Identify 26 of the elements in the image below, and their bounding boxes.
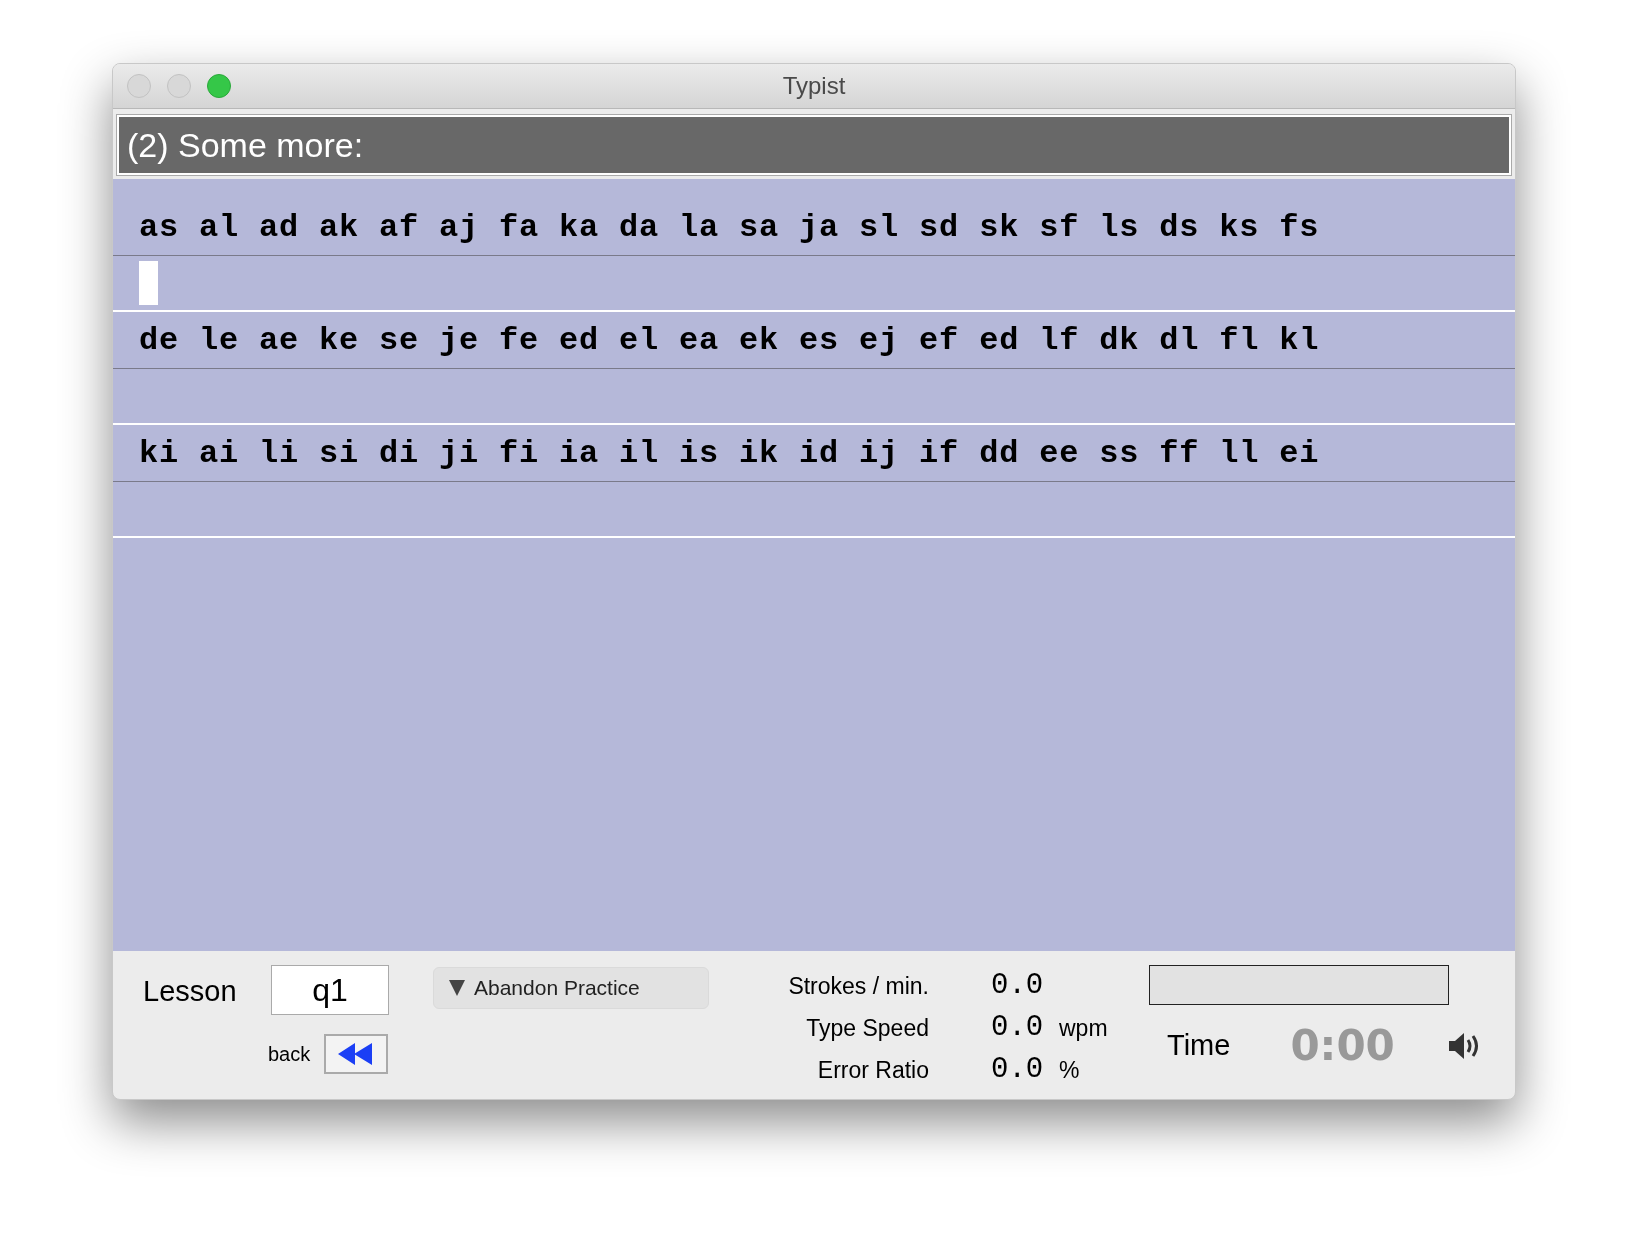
exercise-line: ki ai li si di ji fi ia il is ik id ij if dd ee ss ff ll ei <box>139 434 1320 472</box>
stat-value: 0.0 <box>991 1052 1044 1088</box>
close-button[interactable] <box>127 74 151 98</box>
stat-unit: wpm <box>1059 1014 1108 1043</box>
abandon-practice-button[interactable]: Abandon Practice <box>433 967 709 1009</box>
stat-unit: % <box>1059 1056 1080 1085</box>
window-title: Typist <box>782 72 847 100</box>
speaker-icon[interactable] <box>1446 1030 1481 1061</box>
stat-label: Error Ratio <box>816 1056 929 1084</box>
stat-label: Type Speed <box>805 1014 929 1042</box>
stat-label: Strokes / min. <box>787 972 929 1000</box>
timer: 0:00 <box>1290 1021 1395 1070</box>
exercise-line: as al ad ak af aj fa ka da la sa ja sl sd sk sf ls ds ks fs <box>139 208 1320 246</box>
rewind-icon <box>338 1043 375 1065</box>
zoom-button[interactable] <box>207 74 231 98</box>
stat-value: 0.0 <box>991 1010 1044 1046</box>
time-label: Time <box>1167 1029 1231 1062</box>
lesson-field[interactable]: q1 <box>271 965 389 1015</box>
lesson-label: Lesson <box>143 974 238 1008</box>
stat-value: 0.0 <box>991 968 1044 1004</box>
back-label: back <box>268 1042 311 1066</box>
exercise-line: de le ae ke se je fe ed el ea ek es ej ef ed lf dk dl fl kl <box>139 321 1320 359</box>
lesson-heading: (2) Some more: <box>117 115 1511 175</box>
minimize-button[interactable] <box>167 74 191 98</box>
triangle-icon <box>448 979 466 997</box>
rewind-button[interactable] <box>324 1034 389 1074</box>
